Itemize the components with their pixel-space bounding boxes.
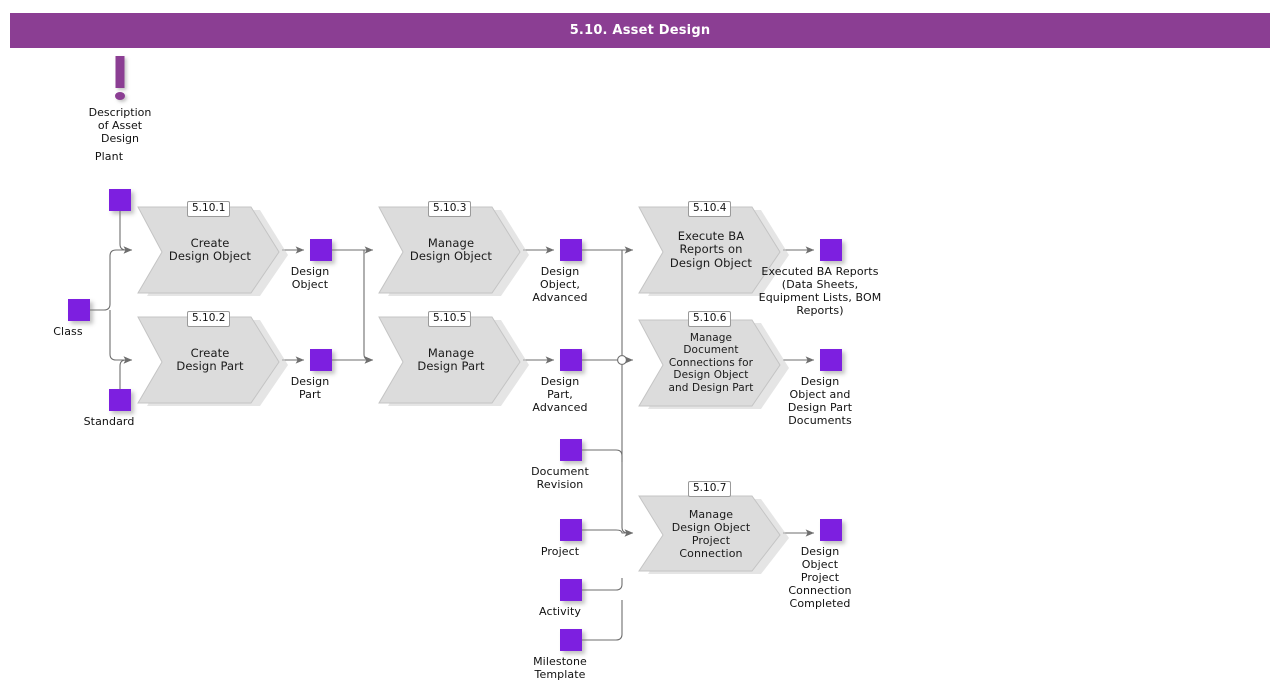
process-5-10-2-badge: 5.10.2 <box>187 311 231 327</box>
process-5-10-1-badge: 5.10.1 <box>187 201 231 217</box>
object-swatch <box>560 349 582 371</box>
object-design-part-advanced-label: Design Part, Advanced <box>532 375 588 414</box>
object-document-revision-label: Document Revision <box>531 465 589 491</box>
object-swatch <box>109 189 131 211</box>
object-swatch <box>310 349 332 371</box>
object-executed-ba-reports-label: Executed BA Reports (Data Sheets, Equipm… <box>758 265 882 317</box>
wire-standard-to-5102 <box>119 356 133 389</box>
object-class-label: Class <box>53 325 83 338</box>
wire-plant-to-5101 <box>119 211 133 254</box>
process-5-10-7-badge: 5.10.7 <box>688 481 732 497</box>
process-5-10-4-badge: 5.10.4 <box>688 201 732 217</box>
line-hop-marker <box>617 355 627 365</box>
object-milestone-template-label: Milestone Template <box>533 655 587 681</box>
object-activity-label: Activity <box>539 605 581 618</box>
process-flow-diagram: Description of Asset Design Create Desig… <box>0 0 1280 696</box>
object-swatch <box>560 629 582 651</box>
object-swatch <box>310 239 332 261</box>
object-standard-label: Standard <box>83 415 135 428</box>
process-5-10-3-badge: 5.10.3 <box>428 201 472 217</box>
object-swatch <box>820 349 842 371</box>
object-design-object-label: Design Object <box>290 265 330 291</box>
object-swatch <box>560 519 582 541</box>
wire-document-revision-to-bus <box>582 449 623 462</box>
process-5-10-6-badge: 5.10.6 <box>688 311 732 327</box>
object-swatch <box>109 389 131 411</box>
wire-class-to-5101 <box>90 246 133 311</box>
object-design-object-project-connection-completed-label: Design Object Project Connection Complet… <box>788 545 852 610</box>
exclamation-dot-icon <box>115 92 125 100</box>
object-design-object-advanced-label: Design Object, Advanced <box>532 265 588 304</box>
process-5-10-6-label: Manage Document Connections for Design O… <box>668 331 754 394</box>
wire-project-to-5107 <box>582 529 634 537</box>
object-swatch <box>560 579 582 601</box>
object-project-label: Project <box>540 545 580 558</box>
object-design-part-label: Design Part <box>290 375 330 401</box>
object-swatch <box>820 239 842 261</box>
process-5-10-7-label: Manage Design Object Project Connection <box>671 507 751 560</box>
object-design-object-and-design-part-documents-label: Design Object and Design Part Documents <box>787 375 853 427</box>
exclamation-mark-icon <box>115 56 125 88</box>
object-swatch <box>560 239 582 261</box>
asset-design-note-label: Description of Asset Design <box>88 106 152 145</box>
object-plant-label: Plant <box>94 150 124 163</box>
object-swatch <box>560 439 582 461</box>
object-swatch <box>820 519 842 541</box>
wire-activity-to-bus <box>582 578 623 591</box>
process-5-10-5-badge: 5.10.5 <box>428 311 472 327</box>
object-swatch <box>68 299 90 321</box>
